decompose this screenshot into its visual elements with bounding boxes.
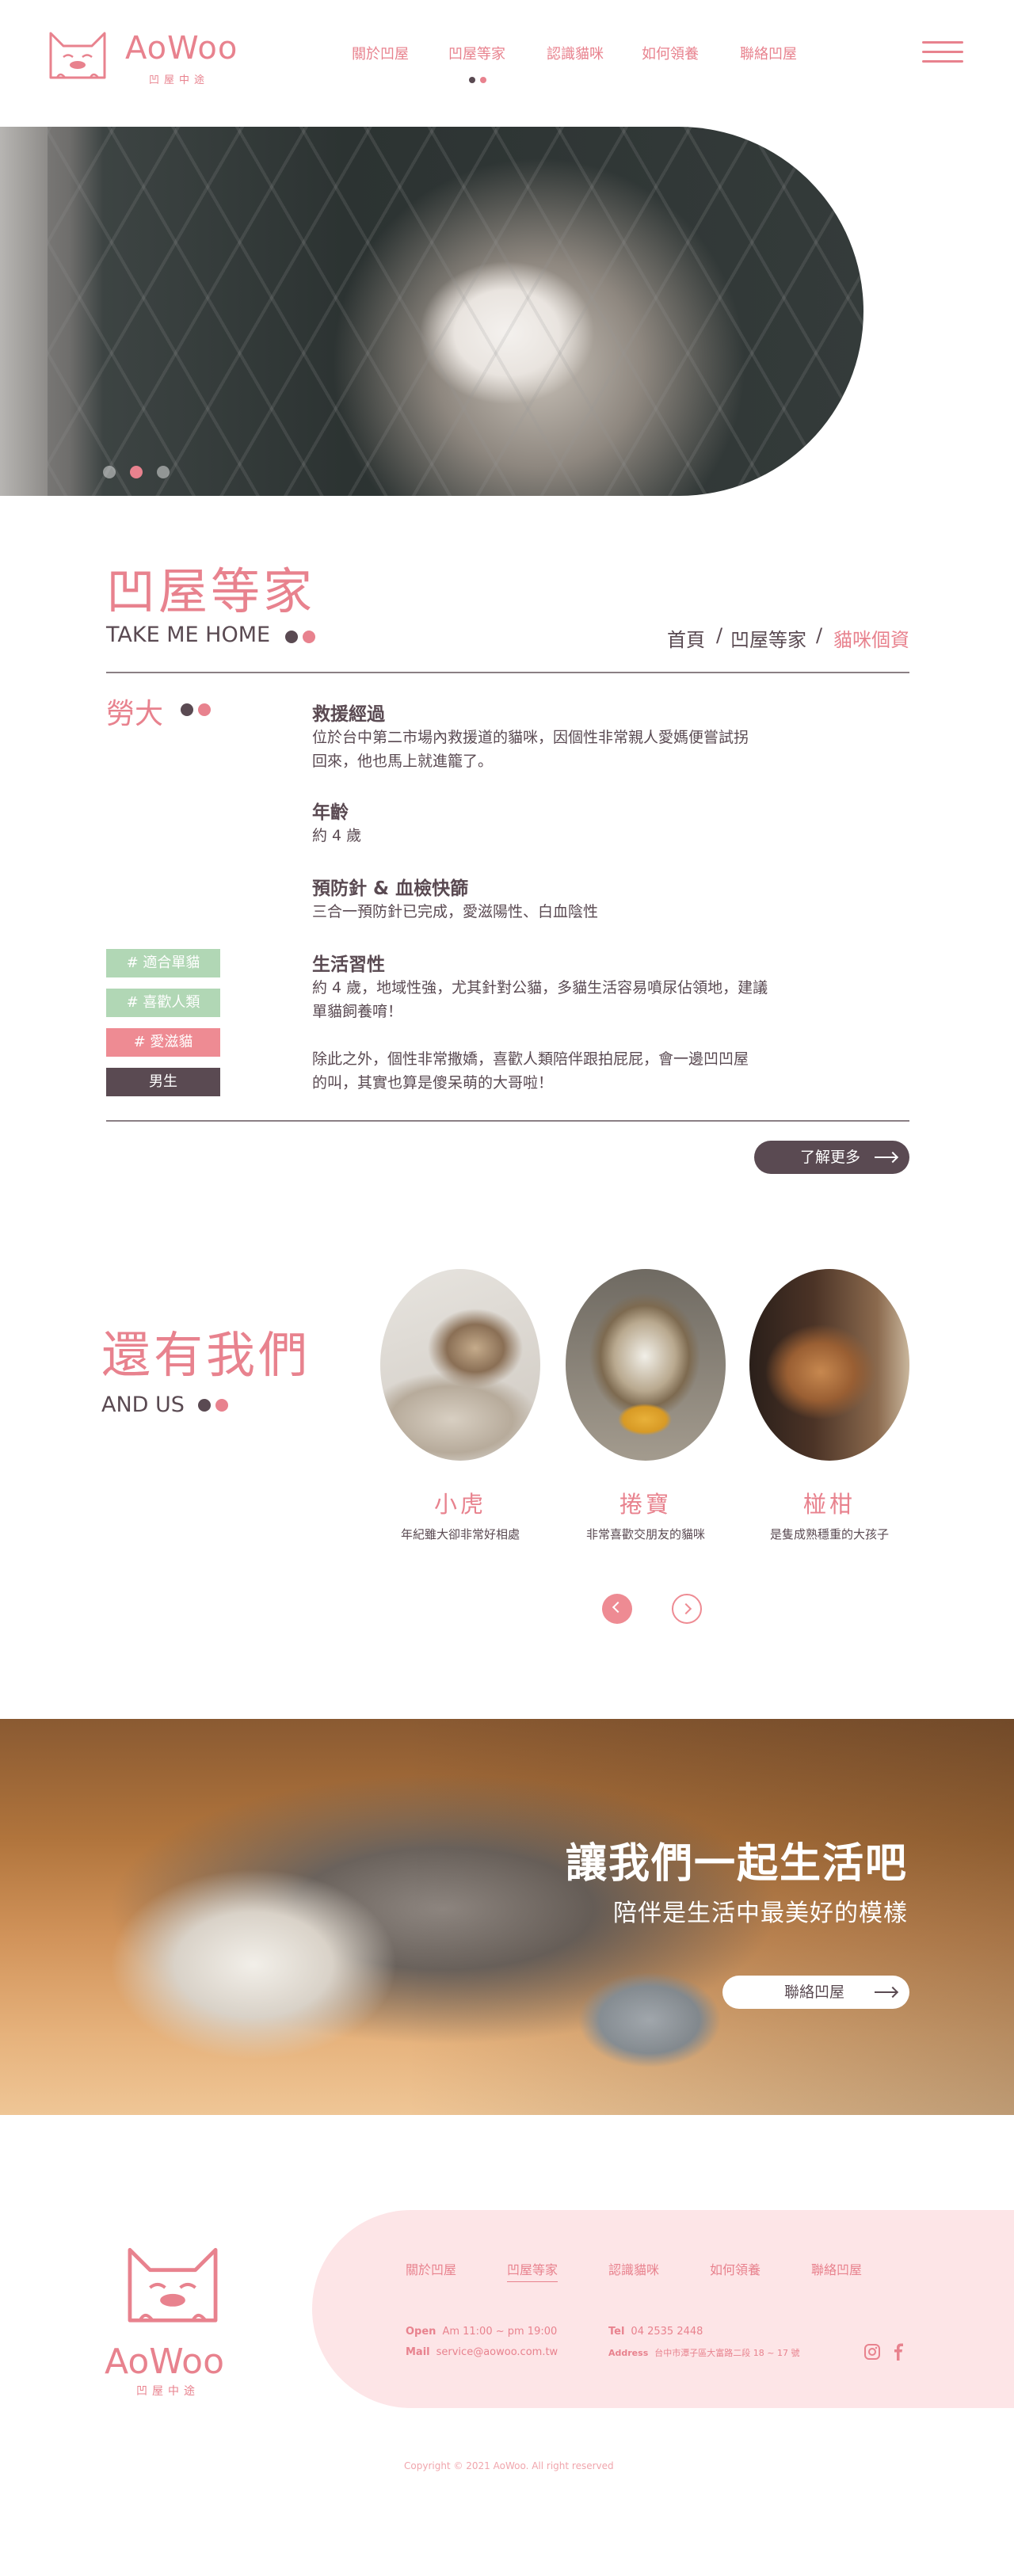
nav-meet-cats[interactable]: 認識貓咪 (547, 43, 604, 63)
cat-card-photo[interactable] (566, 1269, 726, 1461)
instagram-icon[interactable] (863, 2343, 881, 2361)
carousel-dot[interactable] (103, 466, 116, 478)
cat-name: 勞大 (106, 698, 164, 730)
menu-icon[interactable] (922, 41, 963, 65)
learn-more-button[interactable]: 了解更多 (754, 1141, 909, 1174)
nav-contact[interactable]: 聯絡凹屋 (740, 43, 797, 63)
tag-gender: 男生 (106, 1068, 220, 1096)
cat-card-desc: 非常喜歡交朋友的貓咪 (585, 1527, 705, 1541)
breadcrumb-category[interactable]: 凹屋等家 (730, 624, 806, 652)
footer-nav-how-to-adopt[interactable]: 如何領養 (710, 2259, 760, 2278)
contact-button[interactable]: 聯絡凹屋 (722, 1976, 909, 2009)
nav-take-me-home[interactable]: 凹屋等家 (448, 43, 505, 63)
footer-panel (312, 2210, 1014, 2408)
cat-card-photo[interactable] (749, 1269, 909, 1461)
cat-card-name[interactable]: 捲寶 (566, 1486, 726, 1519)
cat-card-desc: 是隻成熟穩重的大孩子 (769, 1527, 889, 1541)
nav-how-to-adopt[interactable]: 如何領養 (642, 43, 699, 63)
decor-dots (198, 1399, 233, 1415)
cat-card-name[interactable]: 椪柑 (749, 1486, 909, 1519)
logo-subtitle: 凹屋中途 (149, 74, 210, 86)
breadcrumb-home[interactable]: 首頁 (667, 624, 705, 652)
footer-open-hours: Open Am 11:00 ~ pm 19:00 (406, 2326, 558, 2338)
cat-card-photo[interactable] (380, 1269, 540, 1461)
cat-logo-icon (128, 2247, 218, 2323)
prev-button[interactable] (602, 1594, 632, 1624)
info-habits-heading: 生活習性 (312, 955, 385, 975)
footer-nav-contact[interactable]: 聯絡凹屋 (811, 2259, 862, 2278)
logo-text[interactable]: AoWoo (125, 30, 238, 67)
carousel-dot[interactable] (130, 466, 143, 478)
info-vaccine-heading: 預防針 & 血檢快篩 (312, 878, 469, 899)
tag-fiv: # 愛滋貓 (106, 1028, 220, 1057)
tag-likes-humans: # 喜歡人類 (106, 989, 220, 1017)
breadcrumb-sep: / (816, 624, 823, 646)
info-habits-text: 約 4 歲，地域性強，尤其針對公貓，多貓生活容易噴尿佔領地，建議 單貓飼養唷！ … (312, 979, 768, 1092)
breadcrumb-sep: / (716, 624, 723, 646)
info-age-heading: 年齡 (312, 802, 349, 823)
nav-about[interactable]: 關於凹屋 (352, 43, 409, 63)
arrow-right-icon (875, 1991, 897, 1993)
footer-logo-subtitle: 凹屋中途 (136, 2385, 200, 2398)
carousel-dot[interactable] (157, 466, 170, 478)
footer-address: Address 台中市潭子區大富路二段 18 ~ 17 號 (608, 2348, 800, 2358)
next-button[interactable] (672, 1594, 702, 1624)
info-vaccine-text: 三合一預防針已完成，愛滋陽性、白血陰性 (312, 903, 599, 920)
page-title: 凹屋等家 (106, 562, 316, 620)
nav-active-indicator (469, 71, 491, 86)
info-age-text: 約 4 歲 (312, 827, 362, 844)
footer-mail[interactable]: Mail service@aowoo.com.tw (406, 2346, 558, 2358)
decor-dots (181, 703, 215, 719)
footer-logo-text: AoWoo (105, 2342, 225, 2382)
chevron-left-icon (612, 1601, 624, 1614)
tag-single-cat: # 適合單貓 (106, 949, 220, 977)
info-rescue-heading: 救援經過 (312, 704, 385, 725)
facebook-icon[interactable] (890, 2343, 908, 2361)
chevron-right-icon (680, 1602, 692, 1615)
cat-logo-icon (49, 32, 106, 79)
also-subtitle: AND US (101, 1393, 185, 1417)
hero-carousel-dots[interactable] (103, 466, 184, 482)
footer-nav-meet-cats[interactable]: 認識貓咪 (608, 2259, 659, 2278)
copyright: Copyright © 2021 AoWoo. All right reserv… (404, 2460, 614, 2471)
cat-card-name[interactable]: 小虎 (380, 1486, 540, 1519)
breadcrumb-current: 貓咪個資 (833, 629, 909, 651)
footer-tel[interactable]: Tel 04 2535 2448 (608, 2326, 703, 2338)
hero-image (0, 127, 863, 496)
footer-nav-about[interactable]: 關於凹屋 (406, 2259, 456, 2278)
banner-title: 讓我們一起生活吧 (565, 1840, 908, 1888)
page-subtitle: TAKE ME HOME (106, 623, 271, 647)
divider (106, 672, 909, 673)
cat-card-desc: 年紀雖大卻非常好相處 (400, 1527, 520, 1541)
decor-dots (285, 631, 320, 646)
arrow-right-icon (875, 1157, 897, 1158)
divider (106, 1120, 909, 1122)
banner-subtitle: 陪伴是生活中最美好的模樣 (613, 1900, 908, 1927)
also-title: 還有我們 (101, 1326, 311, 1384)
info-rescue-text: 位於台中第二市場內救援道的貓咪，因個性非常親人愛媽便嘗試拐 回來，他也馬上就進籠了… (312, 729, 749, 770)
footer-nav-take-me-home[interactable]: 凹屋等家 (507, 2259, 558, 2282)
